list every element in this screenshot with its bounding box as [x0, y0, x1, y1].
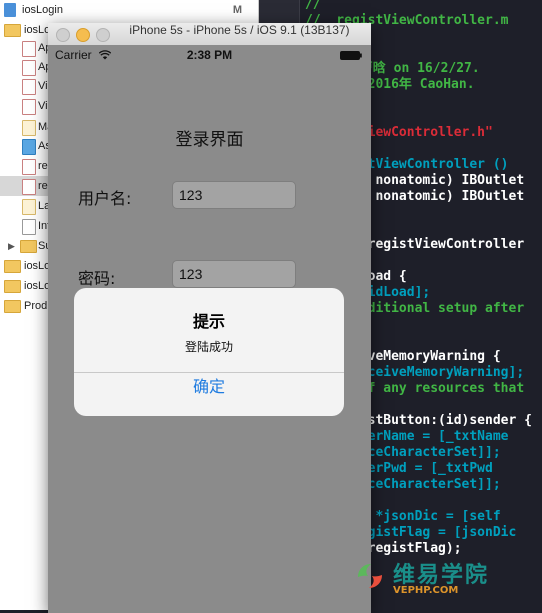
status-time: 2:38 PM [186, 48, 233, 62]
storyboard-file-icon [22, 120, 36, 136]
folder-icon [4, 24, 21, 37]
project-icon [4, 3, 16, 17]
window-zoom-button[interactable] [96, 28, 110, 42]
password-input[interactable]: 123 [172, 260, 296, 288]
folder-icon [4, 260, 21, 273]
implementation-file-icon [22, 99, 36, 115]
alert-title: 提示 [192, 312, 225, 331]
username-input[interactable]: 123 [172, 181, 296, 209]
window-minimize-button[interactable] [76, 28, 90, 42]
battery-icon [340, 51, 362, 60]
storyboard-file-icon [22, 199, 36, 215]
alert-message: 登陆成功 [184, 340, 233, 354]
folder-icon [20, 240, 37, 253]
username-label: 用户名: [78, 189, 132, 208]
header-file-icon [22, 159, 36, 175]
alert-ok-button[interactable]: 确定 [74, 373, 344, 416]
header-file-icon [22, 79, 36, 95]
code-line[interactable]: // [305, 0, 321, 13]
password-label: 密码: [78, 269, 116, 288]
folder-icon [4, 300, 21, 313]
status-bar: Carrier 2:38 PM [48, 45, 371, 65]
page-title: 登录界面 [175, 130, 244, 150]
plist-file-icon [22, 219, 36, 235]
disclosure-triangle-icon[interactable]: ▶ [8, 236, 15, 256]
watermark-logo-icon [358, 564, 382, 588]
simulator-window: iPhone 5s - iPhone 5s / iOS 9.1 (13B137)… [48, 23, 371, 613]
simulator-window-title: iPhone 5s - iPhone 5s / iOS 9.1 (13B137) [129, 23, 350, 37]
assets-catalog-icon [22, 139, 36, 155]
watermark: 维易学院 VEPHP.COM [355, 555, 535, 599]
implementation-file-icon [22, 179, 36, 195]
implementation-file-icon [22, 60, 36, 76]
navigator-item-project[interactable]: iosLogin M [0, 0, 258, 20]
device-screen: Carrier 2:38 PM 登录界面 用户名: 123 密码: 123 提示… [48, 45, 371, 613]
watermark-subtext: VEPHP.COM [393, 585, 459, 596]
window-close-button[interactable] [56, 28, 70, 42]
alert-dialog: 提示 登陆成功 确定 [74, 288, 344, 416]
simulator-titlebar[interactable]: iPhone 5s - iPhone 5s / iOS 9.1 (13B137) [48, 23, 371, 46]
folder-icon [4, 280, 21, 293]
header-file-icon [22, 41, 36, 57]
modified-badge: M [232, 4, 242, 16]
